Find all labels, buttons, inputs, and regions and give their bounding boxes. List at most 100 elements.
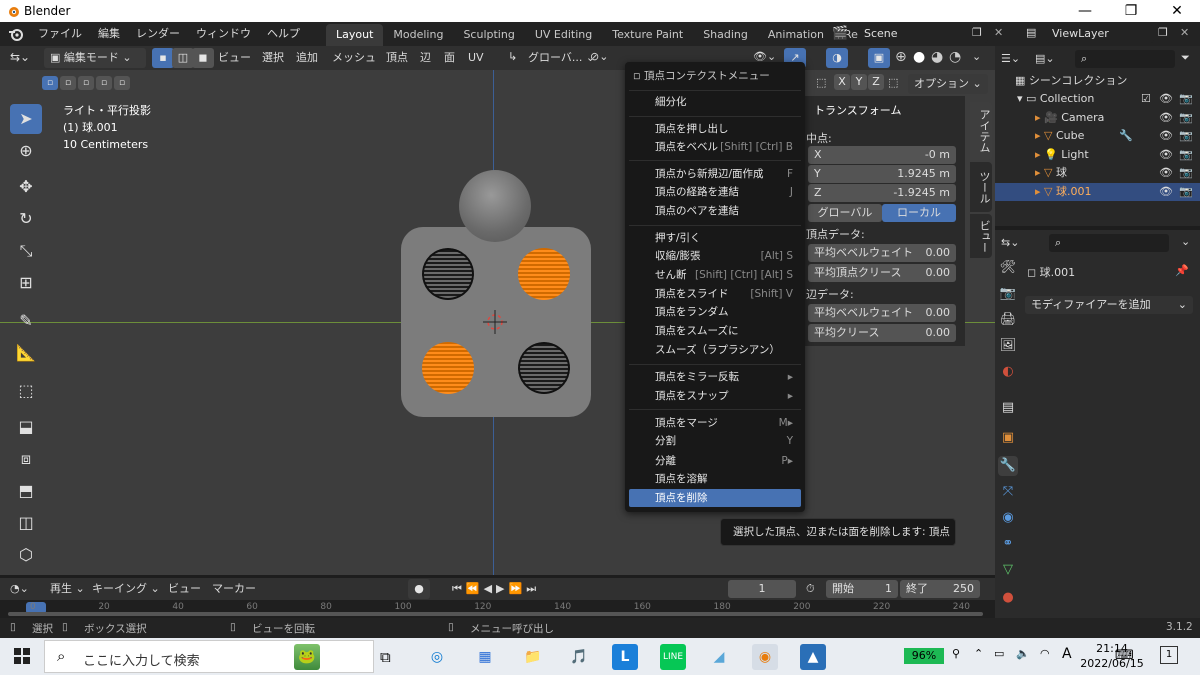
timeline-view-menu[interactable]: ビュー (162, 579, 207, 599)
eye-icon[interactable]: 👁 (1159, 146, 1173, 164)
mirror-z-button[interactable]: Z (868, 74, 884, 90)
l-app-icon[interactable]: L (612, 644, 638, 670)
menu-uv[interactable]: UV (462, 48, 490, 68)
material-props-icon[interactable]: ● (998, 588, 1018, 608)
marker-menu[interactable]: マーカー (206, 579, 262, 599)
menu-edit[interactable]: 編集 (90, 22, 128, 46)
menu-item-connect-pairs[interactable]: 頂点のペアを連結 (629, 202, 801, 220)
tab-item[interactable]: アイテム (970, 102, 992, 160)
physics-props-icon[interactable]: ◉ (998, 508, 1018, 528)
options-chevron-icon[interactable]: ⌄ (1181, 235, 1190, 248)
menu-window[interactable]: ウィンドウ (188, 22, 259, 46)
filter-icon[interactable]: ⏷ (1181, 51, 1190, 65)
camera-render-icon[interactable]: 📷 (1179, 90, 1193, 108)
extrude-tool-icon[interactable]: ⬓ (10, 412, 42, 442)
unselected-vertex-sphere[interactable] (422, 248, 474, 300)
start-frame-field[interactable]: 開始 1 (826, 580, 898, 598)
rotate-tool-icon[interactable]: ↻ (10, 204, 42, 234)
scene-icon[interactable]: 🎬 (832, 26, 848, 41)
scene-copy-icon[interactable]: ❐ (972, 26, 982, 39)
rendered-shading-icon[interactable]: ◔ (949, 49, 961, 65)
file-explorer-icon[interactable]: 📁 (520, 644, 546, 670)
tab-texture-paint[interactable]: Texture Paint (602, 24, 693, 46)
menu-item-new-edge-face[interactable]: 頂点から新規辺/面作成 F (629, 165, 801, 183)
xray-button[interactable]: ▣ (868, 48, 890, 68)
select-subtract-button[interactable]: ▫ (78, 76, 94, 90)
pen-app-icon[interactable]: ◢ (706, 644, 732, 670)
maximize-button[interactable]: ❐ (1108, 0, 1154, 22)
select-new-button[interactable]: ▫ (42, 76, 58, 90)
tool-props-icon[interactable]: 🛠 (998, 258, 1018, 278)
clock[interactable]: 21:14 2022/06/15 (1080, 641, 1144, 671)
volume-icon[interactable]: 🔈 (1016, 647, 1030, 660)
data-props-icon[interactable]: ▽ (998, 560, 1018, 580)
menu-select[interactable]: 選択 (256, 48, 290, 68)
outliner-item-camera[interactable]: ▸ 🎥 Camera 👁 📷 (995, 109, 1200, 127)
scale-tool-icon[interactable]: ⤡ (10, 236, 42, 266)
menu-view[interactable]: ビュー (212, 48, 257, 68)
eye-icon[interactable]: 👁 (1159, 183, 1173, 201)
display-mode-icon[interactable]: ▤⌄ (1035, 52, 1055, 65)
eye-icon[interactable]: 👁 (1159, 109, 1173, 127)
line-app-icon[interactable]: LINE (660, 644, 686, 670)
menu-render[interactable]: レンダー (128, 22, 188, 46)
menu-edge[interactable]: 辺 (414, 48, 437, 68)
outliner-scene-collection[interactable]: ▦ シーンコレクション (995, 72, 1200, 90)
tab-modeling[interactable]: Modeling (383, 24, 453, 46)
wireframe-shading-icon[interactable]: ⊕ (895, 49, 907, 65)
camera-render-icon[interactable]: 📷 (1179, 127, 1193, 145)
notification-icon[interactable]: 1 (1160, 646, 1178, 664)
edge-crease-field[interactable]: 平均クリース 0.00 (808, 324, 956, 342)
battery-icon[interactable]: ▭ (994, 647, 1004, 660)
mirror-y-button[interactable]: Y (851, 74, 867, 90)
particle-props-icon[interactable]: ⤧ (998, 482, 1018, 502)
view-layer-field[interactable]: ViewLayer (1046, 25, 1154, 43)
record-button[interactable]: ● (408, 579, 430, 599)
mode-dropdown[interactable]: ▣ 編集モード ⌄ (44, 48, 146, 68)
menu-item-slide-vertices[interactable]: 頂点をスライド [Shift] V (629, 285, 801, 303)
eye-icon[interactable]: 👁 (1159, 90, 1173, 108)
outliner-item-light[interactable]: ▸ 💡 Light 👁 📷 (995, 146, 1200, 164)
mirror-x-button[interactable]: X (834, 74, 850, 90)
properties-search[interactable]: ⌕ (1049, 234, 1169, 252)
pen-icon[interactable]: ⚲ (952, 647, 960, 660)
proportional-icon[interactable]: ⬚ (816, 76, 826, 89)
annotate-tool-icon[interactable]: ✎ (10, 306, 42, 336)
menu-file[interactable]: ファイル (30, 22, 90, 46)
menu-item-shrink-fatten[interactable]: 収縮/膨張 [Alt] S (629, 247, 801, 265)
photos-app-icon[interactable]: ▲ (800, 644, 826, 670)
menu-item-extrude-vertices[interactable]: 頂点を押し出し (629, 120, 801, 138)
move-tool-icon[interactable]: ✥ (10, 172, 42, 202)
select-extend-button[interactable]: ▫ (60, 76, 76, 90)
outliner-item-sphere-001[interactable]: ▸ ▽ 球.001 👁 📷 (995, 183, 1200, 201)
selected-vertex-sphere[interactable] (518, 248, 570, 300)
edge-select-button[interactable]: ◫ (172, 48, 194, 68)
stopwatch-icon[interactable]: ⏱ (806, 582, 815, 596)
playback-controls-icon[interactable]: ⏮⏪◀▶⏩⏭ (452, 582, 540, 596)
modifier-props-icon[interactable]: 🔧 (998, 456, 1018, 476)
menu-item-randomize[interactable]: 頂点をランダム (629, 303, 801, 321)
edge-browser-icon[interactable]: ◎ (424, 644, 450, 670)
auto-merge-icon[interactable]: ⬚ (888, 76, 898, 89)
median-z-field[interactable]: Z -1.9245 m (808, 184, 956, 202)
global-toggle[interactable]: グローバル (808, 204, 882, 222)
editor-type-icon[interactable]: ⇆⌄ (10, 50, 30, 64)
view-layer-copy-icon[interactable]: ❐ (1158, 26, 1168, 39)
menu-help[interactable]: ヘルプ (259, 22, 308, 46)
bevel-tool-icon[interactable]: ⬒ (10, 476, 42, 506)
menu-item-mirror[interactable]: 頂点をミラー反転 ▸ (629, 368, 801, 386)
timeline-type-icon[interactable]: ◔⌄ (10, 582, 29, 595)
eye-icon[interactable]: 👁 (1159, 164, 1173, 182)
output-props-icon[interactable]: 🖨 (998, 310, 1018, 330)
menu-item-dissolve[interactable]: 頂点を溶解 (629, 470, 801, 488)
tab-animation[interactable]: Animation (758, 24, 834, 46)
menu-item-merge[interactable]: 頂点をマージ M▸ (629, 414, 801, 432)
vertex-crease-field[interactable]: 平均頂点クリース 0.00 (808, 264, 956, 282)
store-icon[interactable]: ▦ (472, 644, 498, 670)
outliner-item-sphere[interactable]: ▸ ▽ 球 👁 📷 (995, 164, 1200, 182)
tab-sculpting[interactable]: Sculpting (453, 24, 524, 46)
properties-type-icon[interactable]: ⇆⌄ (1001, 236, 1019, 249)
transform-tool-icon[interactable]: ⊞ (10, 268, 42, 298)
overlay-button[interactable]: ◑ (826, 48, 848, 68)
battery-indicator[interactable]: 96% (904, 648, 944, 664)
